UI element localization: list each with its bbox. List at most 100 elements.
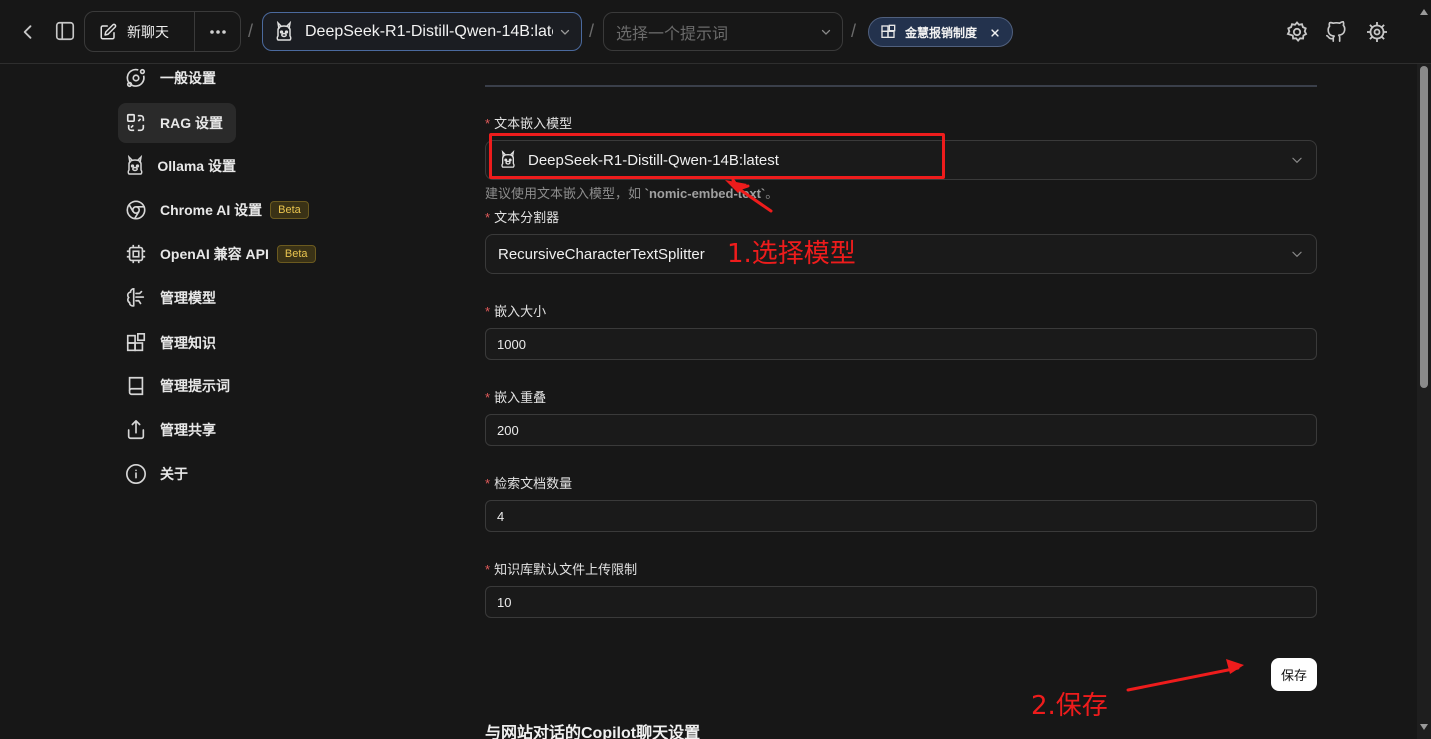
beta-badge: Beta (270, 201, 309, 219)
sidebar-item-label: 管理模型 (160, 290, 216, 306)
save-button[interactable]: 保存 (1271, 658, 1317, 691)
hint-suffix: 。 (765, 186, 779, 201)
sidebar-panel-icon (55, 21, 75, 41)
sidebar-item-manage-prompts[interactable]: 管理提示词 (118, 366, 236, 406)
text-splitter-label: * 文本分割器 (485, 207, 559, 226)
new-chat-label: 新聊天 (127, 23, 169, 40)
arrow-step2 (1126, 666, 1240, 692)
selected-model-name: DeepSeek-R1-Distill-Qwen-14B:latest (305, 22, 553, 40)
prompt-selector[interactable]: 选择一个提示词 (603, 12, 843, 51)
chevron-down-icon (1292, 157, 1302, 164)
new-chat-button[interactable]: 新聊天 (85, 12, 196, 51)
sidebar-item-manage-knowledge[interactable]: 管理知识 (118, 323, 236, 363)
upload-limit-input[interactable] (485, 586, 1317, 618)
gear-icon (1367, 22, 1387, 42)
ollama-icon (276, 20, 292, 41)
prompt-placeholder: 选择一个提示词 (616, 25, 729, 43)
scroll-up-icon[interactable] (1419, 8, 1429, 16)
chunk-overlap-input[interactable] (485, 414, 1317, 446)
chunk-overlap-label: * 嵌入重叠 (485, 387, 546, 406)
ellipsis-icon (209, 29, 226, 34)
sidebar-item-ollama[interactable]: Ollama 设置 (118, 146, 236, 186)
field-label-text: 文本分割器 (494, 210, 560, 225)
sidebar-item-openai-api[interactable]: OpenAI 兼容 API Beta (118, 234, 358, 274)
highlight-box (489, 133, 945, 179)
preferences-button[interactable] (1364, 19, 1390, 45)
close-icon[interactable] (990, 28, 1000, 38)
new-chat-group: 新聊天 (84, 11, 241, 52)
copilot-section-title: 与网站对话的Copilot聊天设置 (485, 725, 701, 739)
settings-button[interactable] (1284, 19, 1310, 45)
orbit-icon (124, 66, 148, 90)
info-icon (124, 462, 148, 486)
sidebar-item-manage-models[interactable]: 管理模型 (118, 278, 236, 318)
breadcrumb-separator: / (248, 21, 254, 41)
sidebar-item-label: 一般设置 (160, 70, 216, 86)
blocks-icon (124, 331, 148, 355)
chevron-down-icon (821, 29, 831, 35)
blocks-icon (881, 24, 896, 38)
document-count-label: * 检索文档数量 (485, 473, 572, 492)
chunk-size-label: * 嵌入大小 (485, 301, 546, 320)
ollama-icon (124, 154, 145, 178)
sidebar-item-about[interactable]: 关于 (118, 454, 236, 494)
text-splitter-value: RecursiveCharacterTextSplitter (498, 245, 705, 263)
chunk-size-input[interactable] (485, 328, 1317, 360)
knowledge-base-chip[interactable]: 金慧报销制度 (868, 17, 1013, 47)
field-label-text: 文本嵌入模型 (494, 116, 573, 131)
sidebar-item-rag[interactable]: RAG 设置 (118, 103, 236, 143)
more-options-button[interactable] (195, 12, 240, 51)
embedding-model-label: * 文本嵌入模型 (485, 113, 572, 132)
chevron-left-icon (23, 25, 32, 39)
sidebar-toggle-button[interactable] (52, 18, 78, 44)
knowledge-base-name: 金慧报销制度 (905, 25, 978, 40)
beta-badge: Beta (276, 245, 316, 263)
field-label-text: 嵌入大小 (494, 304, 547, 319)
edit-icon (100, 23, 117, 39)
sidebar-item-label: OpenAI 兼容 API (160, 246, 269, 262)
brain-icon (124, 286, 148, 310)
sidebar-item-chrome-ai[interactable]: Chrome AI 设置 Beta (118, 190, 358, 230)
section-divider (485, 85, 1317, 87)
breadcrumb-separator: / (851, 21, 857, 41)
arrow-step2-head (1226, 659, 1244, 674)
scrollbar-thumb[interactable] (1420, 66, 1428, 388)
breadcrumb-separator: / (589, 21, 595, 41)
field-label-text: 知识库默认文件上传限制 (494, 562, 638, 577)
field-label-text: 嵌入重叠 (494, 390, 547, 405)
text-splitter-select[interactable]: RecursiveCharacterTextSplitter (485, 234, 1317, 274)
required-mark: * (485, 562, 491, 577)
sidebar-item-label: RAG 设置 (160, 115, 223, 131)
required-mark: * (485, 116, 491, 131)
github-icon (1326, 21, 1346, 42)
back-button[interactable] (16, 20, 40, 44)
annotation-step2: 2.保存 (1031, 691, 1108, 721)
required-mark: * (485, 476, 491, 491)
chevron-down-icon (1292, 251, 1302, 258)
document-count-input[interactable] (485, 500, 1317, 532)
required-mark: * (485, 304, 491, 319)
sidebar-item-label: 管理共享 (160, 422, 216, 438)
sidebar-item-general[interactable]: 一般设置 (118, 58, 236, 98)
chrome-icon (124, 198, 148, 222)
sidebar-item-label: 管理提示词 (160, 378, 230, 394)
cog-icon (1286, 21, 1308, 42)
rag-icon (124, 111, 148, 135)
sidebar-item-manage-sharing[interactable]: 管理共享 (118, 410, 236, 450)
top-bar: 新聊天 / DeepSeek-R1-Distill-Qwen-14B:lates… (0, 0, 1431, 64)
share-icon (124, 418, 148, 442)
sidebar-item-label: 关于 (160, 466, 188, 482)
sidebar-item-label: 管理知识 (160, 335, 216, 351)
required-mark: * (485, 390, 491, 405)
model-selector[interactable]: DeepSeek-R1-Distill-Qwen-14B:latest (262, 12, 582, 51)
sidebar-item-label: Ollama 设置 (157, 158, 236, 174)
github-button[interactable] (1323, 19, 1349, 45)
annotation-step1: 1.选择模型 (727, 239, 856, 269)
scroll-down-icon[interactable] (1419, 723, 1429, 731)
hint-text: 建议使用文本嵌入模型，如 (485, 186, 645, 201)
book-icon (124, 374, 148, 398)
sidebar-item-label: Chrome AI 设置 (160, 202, 263, 218)
hint-code: `nomic-embed-text` (644, 186, 766, 201)
chip-icon (124, 242, 148, 266)
embedding-model-hint: 建议使用文本嵌入模型，如 `nomic-embed-text`。 (485, 183, 778, 202)
